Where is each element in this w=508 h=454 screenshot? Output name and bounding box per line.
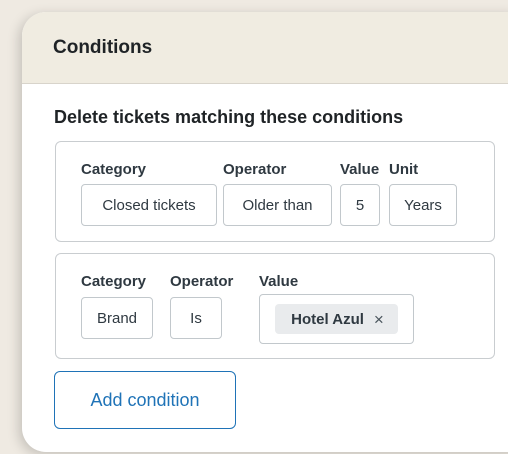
category-select[interactable]: Closed tickets	[81, 184, 217, 226]
operator-select[interactable]: Is	[170, 297, 222, 339]
conditions-card: Conditions Delete tickets matching these…	[22, 12, 508, 452]
card-header: Conditions	[22, 12, 508, 84]
value-multiselect[interactable]: Hotel Azul ×	[259, 294, 414, 344]
value-tag: Hotel Azul ×	[275, 304, 398, 334]
value-tag-label: Hotel Azul	[291, 310, 364, 328]
unit-select[interactable]: Years	[389, 184, 457, 226]
value-input[interactable]: 5	[340, 184, 380, 226]
section-heading: Delete tickets matching these conditions	[54, 107, 404, 127]
category-label: Category	[81, 161, 147, 178]
condition-row-1: Category Operator Value Unit Closed tick…	[55, 141, 495, 242]
value-label: Value	[259, 273, 299, 290]
operator-select[interactable]: Older than	[223, 184, 332, 226]
value-label: Value	[340, 161, 380, 178]
add-condition-button[interactable]: Add condition	[54, 371, 236, 429]
operator-label: Operator	[223, 161, 287, 178]
unit-label: Unit	[389, 161, 419, 178]
condition-row-2: Category Operator Value Brand Is Hotel A…	[55, 253, 495, 359]
category-label: Category	[81, 273, 147, 290]
operator-label: Operator	[170, 273, 234, 290]
close-icon[interactable]: ×	[374, 311, 384, 328]
card-title: Conditions	[53, 36, 153, 58]
category-select[interactable]: Brand	[81, 297, 153, 339]
